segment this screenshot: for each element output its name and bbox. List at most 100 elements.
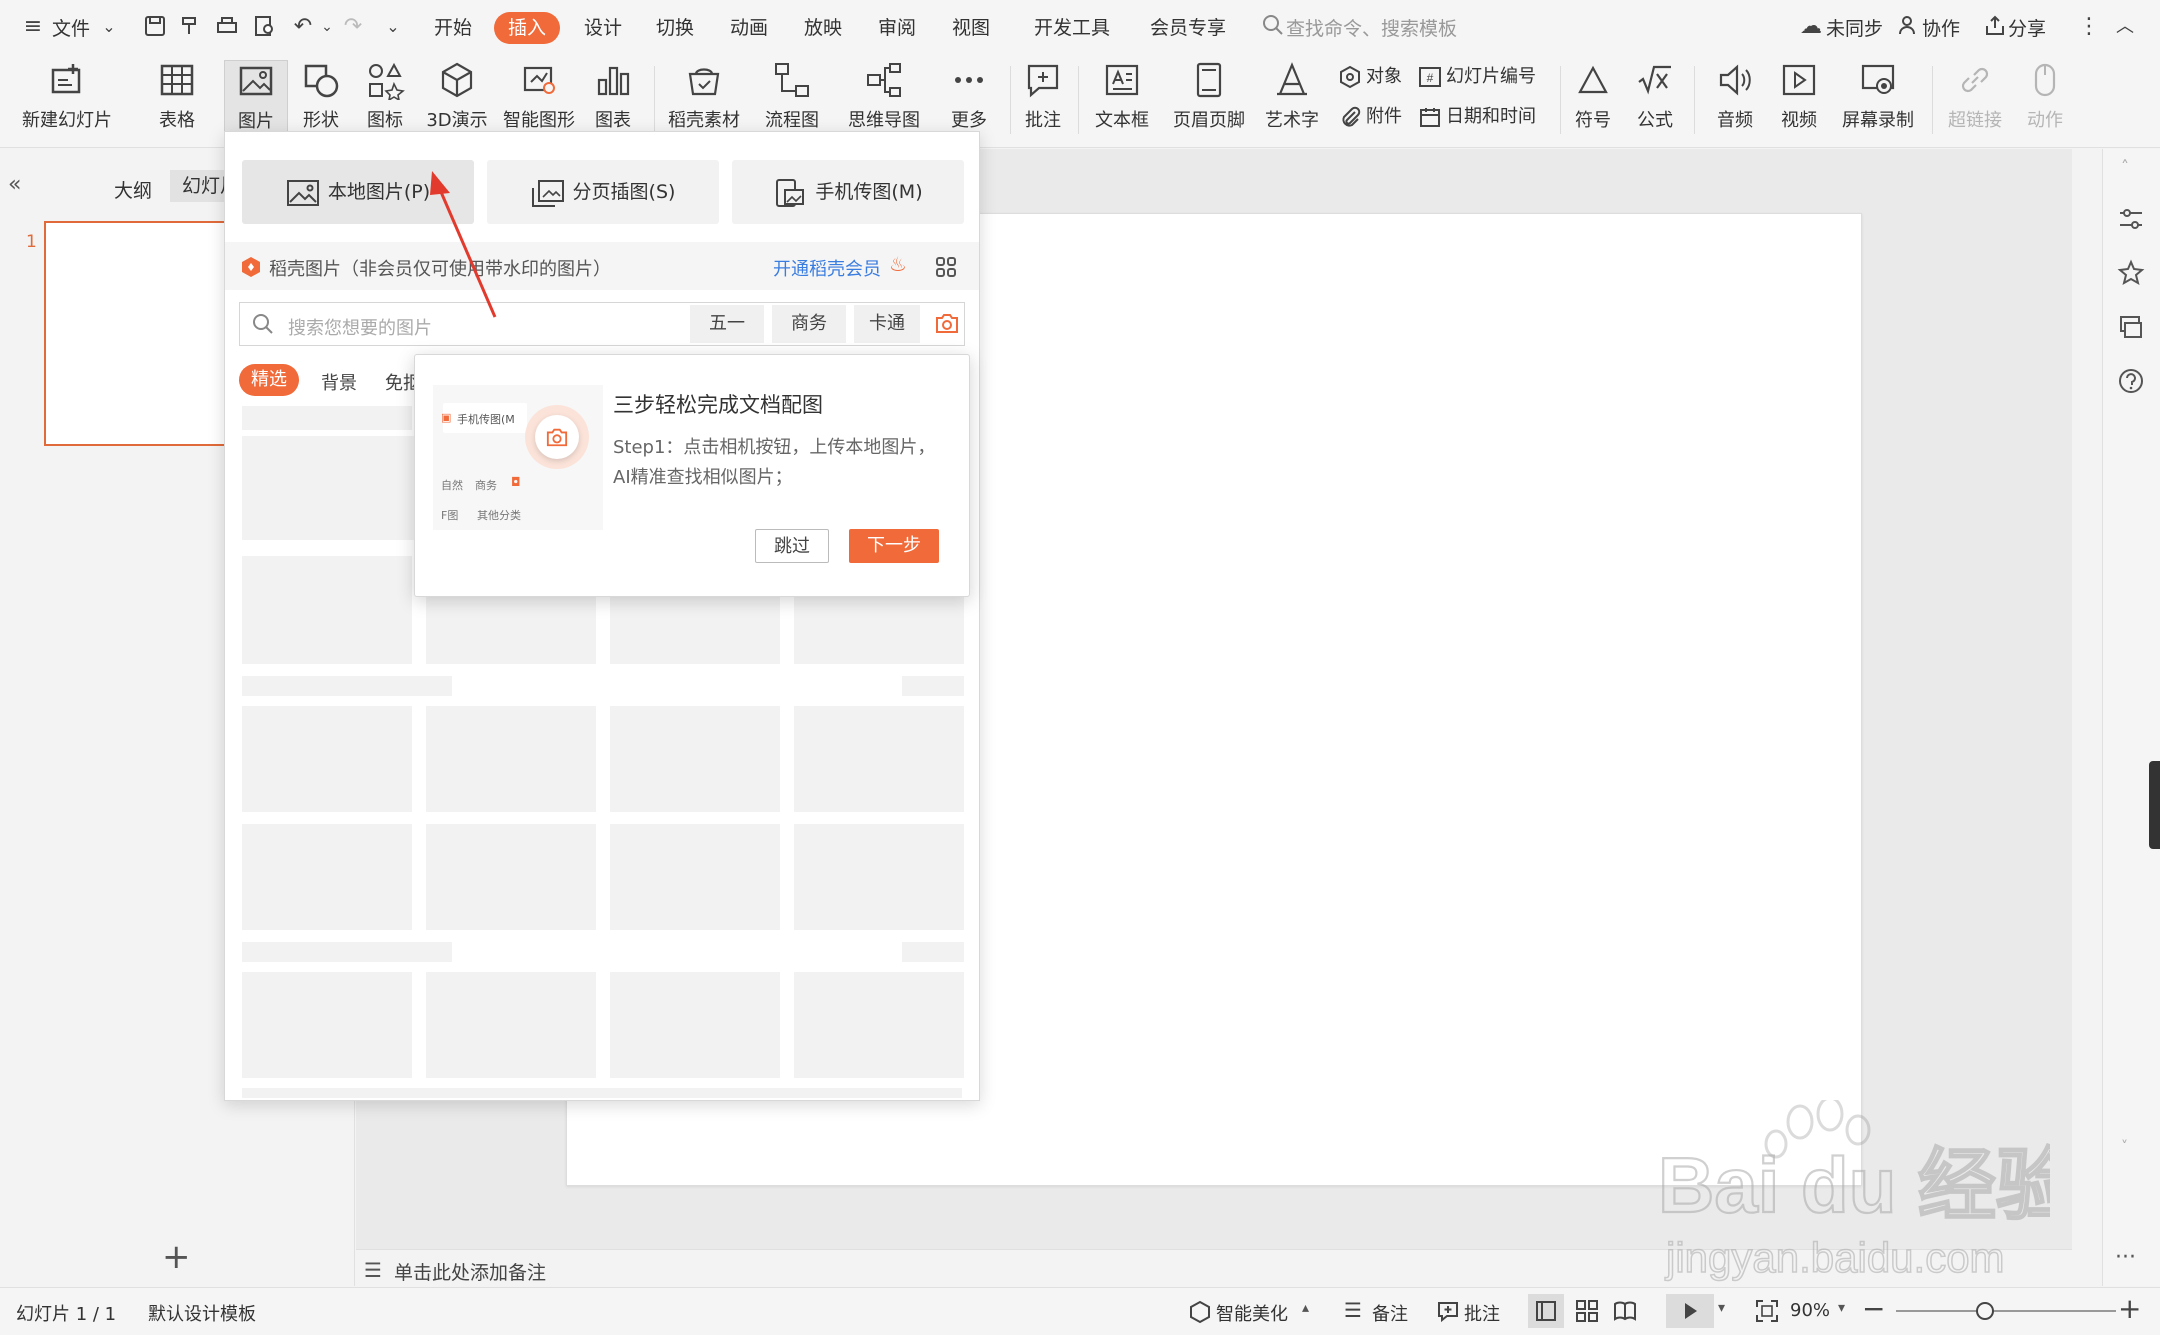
symbol-button[interactable]: 符号 — [1566, 60, 1620, 142]
notes-toggle-icon[interactable]: ☰ — [1344, 1298, 1362, 1322]
next-step-button[interactable]: 下一步 — [849, 529, 939, 563]
smartart-button[interactable]: 智能图形 — [500, 60, 578, 142]
video-button[interactable]: 视频 — [1772, 60, 1826, 142]
tab-insert[interactable]: 插入 — [494, 12, 561, 44]
print-preview-icon[interactable] — [252, 14, 278, 40]
cloud-sync-icon[interactable]: ☁ — [1798, 14, 1824, 40]
wordart-button[interactable]: 艺术字 — [1256, 60, 1328, 142]
collapse-ribbon-icon[interactable]: ︿ — [2112, 14, 2138, 40]
file-menu[interactable]: 文件 — [52, 14, 90, 41]
tab-slideshow[interactable]: 放映 — [804, 12, 842, 44]
comment-button[interactable]: 批注 — [1018, 60, 1068, 142]
zoom-in-button[interactable]: + — [2118, 1292, 2141, 1325]
page-insert-button[interactable]: 分页插图(S) — [487, 160, 719, 224]
more-dots-icon[interactable]: ··· — [2115, 1245, 2136, 1270]
phone-transfer-button[interactable]: 手机传图(M) — [732, 160, 964, 224]
table-button[interactable]: 表格 — [148, 60, 206, 142]
tab-review[interactable]: 审阅 — [878, 12, 916, 44]
undo-icon[interactable]: ↶ — [290, 14, 316, 40]
tab-transition[interactable]: 切换 — [656, 12, 694, 44]
smart-beautify-button[interactable]: 智能美化 — [1216, 1300, 1288, 1326]
mindmap-button[interactable]: 思维导图 — [842, 60, 926, 142]
formula-button[interactable]: 公式 — [1628, 60, 1682, 142]
reading-view-icon[interactable] — [1612, 1298, 1638, 1324]
scroll-up-icon[interactable]: ˄ — [2121, 157, 2129, 176]
design-template[interactable]: 默认设计模板 — [148, 1300, 256, 1326]
screen-record-button[interactable]: 屏幕录制 — [1836, 60, 1920, 142]
tab-slides[interactable]: 幻灯片 — [170, 170, 226, 202]
picture-button[interactable]: 图片 — [224, 60, 288, 142]
tab-home[interactable]: 开始 — [434, 12, 472, 44]
notes-toggle-button[interactable]: 备注 — [1372, 1300, 1408, 1326]
smart-beautify-icon[interactable] — [1188, 1300, 1212, 1324]
chip-cartoon[interactable]: 卡通 — [854, 305, 920, 343]
skip-button[interactable]: 跳过 — [755, 529, 829, 563]
zoom-level[interactable]: 90% — [1790, 1300, 1830, 1321]
comment-toggle-button[interactable]: 批注 — [1464, 1300, 1500, 1326]
tab-developer[interactable]: 开发工具 — [1034, 12, 1110, 44]
zoom-slider-thumb[interactable] — [1976, 1302, 1994, 1320]
zoom-slider-track[interactable] — [1896, 1310, 2116, 1312]
daoke-material-button[interactable]: 稻壳素材 — [664, 60, 744, 142]
camera-search-icon[interactable] — [934, 311, 960, 335]
side-widget-handle[interactable] — [2149, 761, 2160, 849]
action-button[interactable]: 动作 — [2018, 60, 2072, 142]
tab-animation[interactable]: 动画 — [730, 12, 768, 44]
tab-design[interactable]: 设计 — [584, 12, 622, 44]
play-dropdown-icon[interactable]: ▾ — [1718, 1300, 1725, 1316]
scroll-down-icon[interactable]: ˅ — [2121, 1139, 2128, 1155]
tab-outline[interactable]: 大纲 — [114, 176, 152, 203]
grid-apps-icon[interactable] — [935, 256, 957, 278]
more-options-icon[interactable]: ⋮ — [2076, 14, 2102, 40]
redo-icon[interactable]: ↷ — [340, 14, 366, 40]
chip-wuyi[interactable]: 五一 — [690, 305, 764, 343]
new-slide-button[interactable]: 新建幻灯片 — [12, 60, 122, 142]
property-settings-icon[interactable] — [2117, 205, 2145, 233]
attachment-button[interactable]: 附件 — [1338, 102, 1402, 132]
audio-button[interactable]: 音频 — [1708, 60, 1762, 142]
chevron-up-icon[interactable]: ▴ — [1302, 1300, 1309, 1316]
slide-number-button[interactable]: # 幻灯片编号 — [1418, 62, 1536, 92]
slide-transition-icon[interactable] — [2117, 313, 2145, 341]
collaborate-icon[interactable] — [1896, 14, 1922, 40]
icon-button[interactable]: 图标 — [356, 60, 414, 142]
star-favorite-icon[interactable] — [2117, 259, 2145, 287]
collaborate-button[interactable]: 协作 — [1922, 14, 1960, 41]
save-icon[interactable] — [142, 14, 168, 40]
hamburger-icon[interactable]: ≡ — [20, 14, 46, 40]
customize-quick-access-icon[interactable]: ⌄ — [380, 14, 406, 40]
open-vip-link[interactable]: 开通稻壳会员 — [773, 255, 881, 281]
picture-search-input[interactable]: 搜索您想要的图片 — [288, 314, 432, 340]
object-button[interactable]: 对象 — [1338, 62, 1402, 92]
chart-button[interactable]: 图表 — [584, 60, 642, 142]
chevron-down-icon[interactable]: ⌄ — [96, 14, 122, 40]
header-footer-button[interactable]: 页眉页脚 — [1170, 60, 1248, 142]
shape-button[interactable]: 形状 — [292, 60, 350, 142]
zoom-dropdown-icon[interactable]: ▾ — [1838, 1300, 1845, 1316]
tab-member[interactable]: 会员专享 — [1150, 12, 1226, 44]
filter-tab-featured[interactable]: 精选 — [239, 364, 299, 396]
comment-icon[interactable] — [1436, 1300, 1460, 1324]
chip-business[interactable]: 商务 — [772, 305, 846, 343]
undo-dropdown-icon[interactable]: ⌄ — [314, 14, 340, 40]
date-time-button[interactable]: 日期和时间 — [1418, 102, 1536, 132]
sync-status[interactable]: 未同步 — [1826, 14, 1883, 41]
share-icon[interactable] — [1982, 14, 2008, 40]
hyperlink-button[interactable]: 超链接 — [1940, 60, 2010, 142]
play-slideshow-button[interactable] — [1666, 1294, 1714, 1328]
fit-window-icon[interactable] — [1754, 1298, 1780, 1324]
zoom-out-button[interactable]: − — [1862, 1292, 1885, 1325]
slide-thumbnail[interactable] — [44, 221, 254, 446]
add-slide-button[interactable]: + — [162, 1240, 191, 1274]
more-button[interactable]: 更多 — [940, 60, 998, 142]
flowchart-button[interactable]: 流程图 — [756, 60, 828, 142]
help-icon[interactable] — [2117, 367, 2145, 395]
format-painter-icon[interactable] — [178, 14, 204, 40]
3d-demo-button[interactable]: 3D演示 — [420, 60, 494, 142]
print-icon[interactable] — [214, 14, 240, 40]
normal-view-button[interactable] — [1528, 1294, 1564, 1328]
tab-view[interactable]: 视图 — [952, 12, 990, 44]
filter-tab-background[interactable]: 背景 — [321, 369, 357, 395]
share-button[interactable]: 分享 — [2008, 14, 2046, 41]
collapse-panel-icon[interactable]: « — [8, 172, 21, 197]
